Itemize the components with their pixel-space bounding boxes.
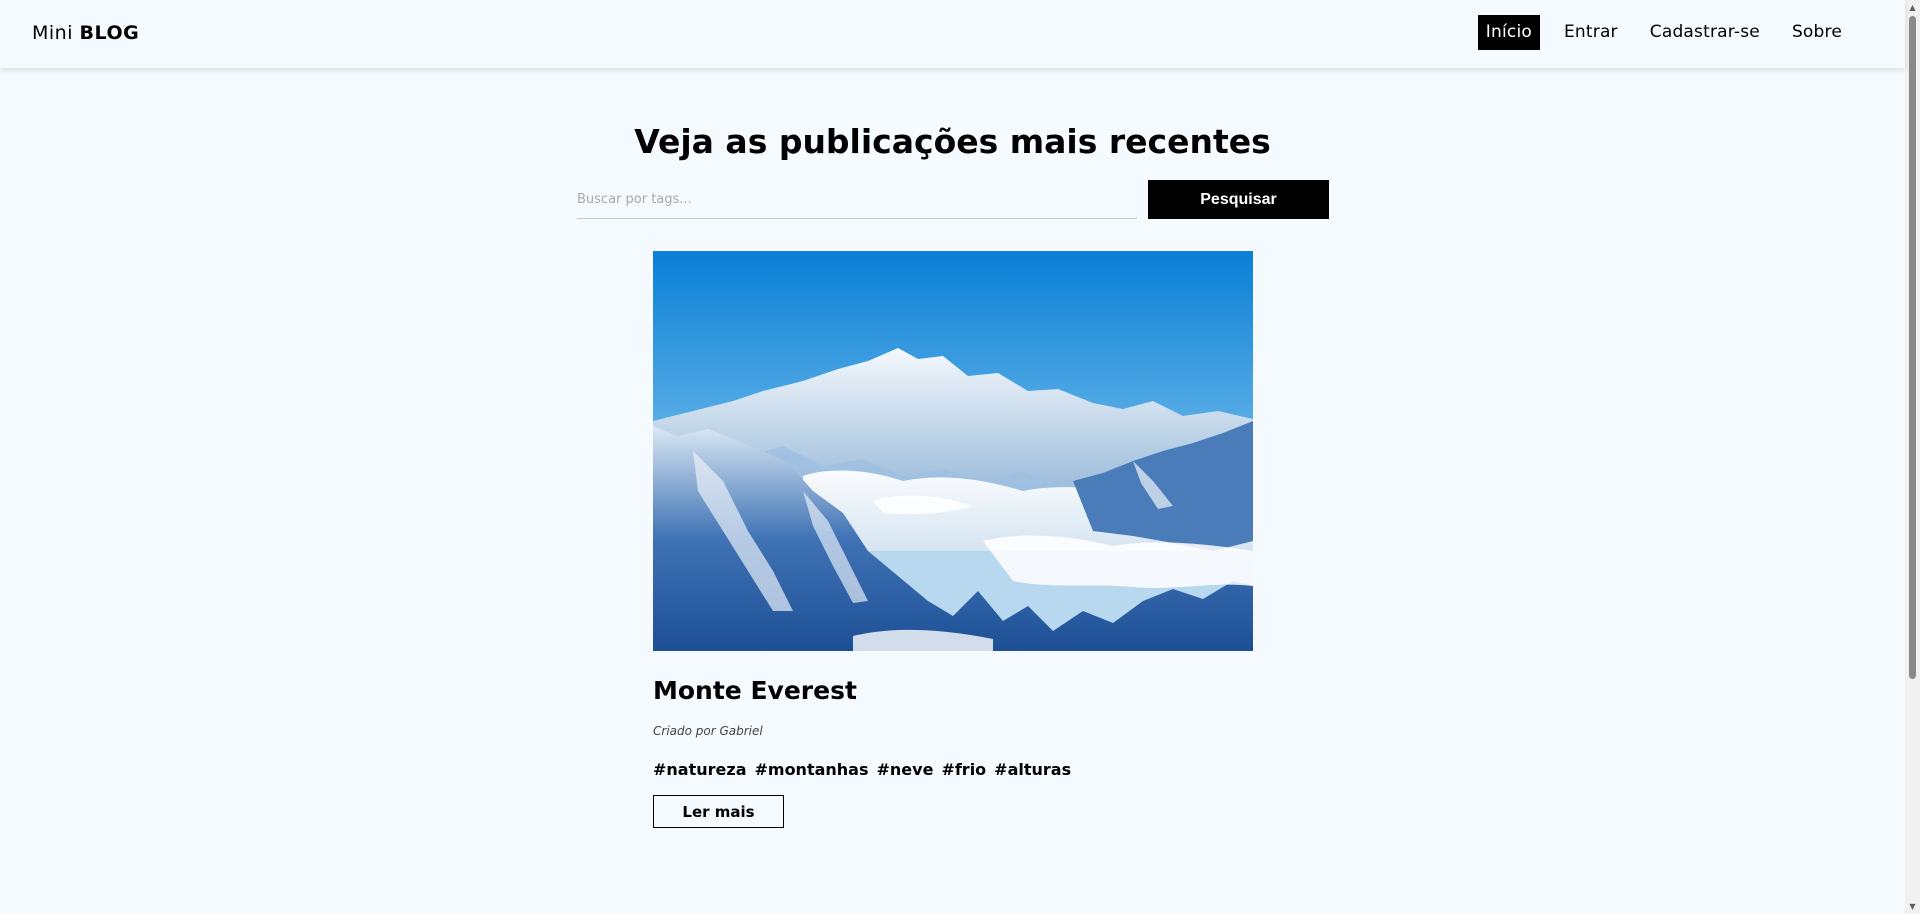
tag-natureza: #natureza <box>653 760 747 779</box>
tag-alturas: #alturas <box>994 760 1072 779</box>
tag-montanhas: #montanhas <box>754 760 869 779</box>
post-title: Monte Everest <box>653 676 857 705</box>
post-tags: #natureza #montanhas #neve #frio #altura… <box>653 759 1253 781</box>
nav-link-entrar[interactable]: Entrar <box>1556 15 1626 50</box>
search-input[interactable] <box>577 180 1137 219</box>
scroll-up-arrow-icon[interactable]: ▲ <box>1905 0 1920 15</box>
navbar: Mini BLOG Início Entrar Cadastrar-se Sob… <box>0 0 1905 68</box>
nav-link-cadastrar[interactable]: Cadastrar-se <box>1642 15 1768 50</box>
scroll-thumb[interactable] <box>1909 16 1916 679</box>
tag-neve: #neve <box>876 760 934 779</box>
search-form: Pesquisar <box>577 180 1329 220</box>
search-button[interactable]: Pesquisar <box>1148 180 1329 219</box>
brand-bold: BLOG <box>79 22 140 44</box>
scroll-down-arrow-icon[interactable]: ▼ <box>1905 899 1920 914</box>
post-image[interactable] <box>653 251 1253 651</box>
post-author: Criado por Gabriel <box>653 724 763 738</box>
nav-link-inicio[interactable]: Início <box>1477 15 1540 50</box>
nav-link-sobre[interactable]: Sobre <box>1784 15 1850 50</box>
brand-light: Mini <box>32 22 73 44</box>
tag-frio: #frio <box>941 760 987 779</box>
brand-logo[interactable]: Mini BLOG <box>32 20 139 46</box>
page: Mini BLOG Início Entrar Cadastrar-se Sob… <box>0 0 1920 914</box>
scrollbar[interactable]: ▲ ▼ <box>1905 0 1920 914</box>
read-more-button[interactable]: Ler mais <box>653 795 784 828</box>
post-card: Monte Everest Criado por Gabriel #nature… <box>653 251 1253 828</box>
page-title: Veja as publicações mais recentes <box>634 122 1271 161</box>
nav-links: Início Entrar Cadastrar-se Sobre <box>1462 15 1850 50</box>
